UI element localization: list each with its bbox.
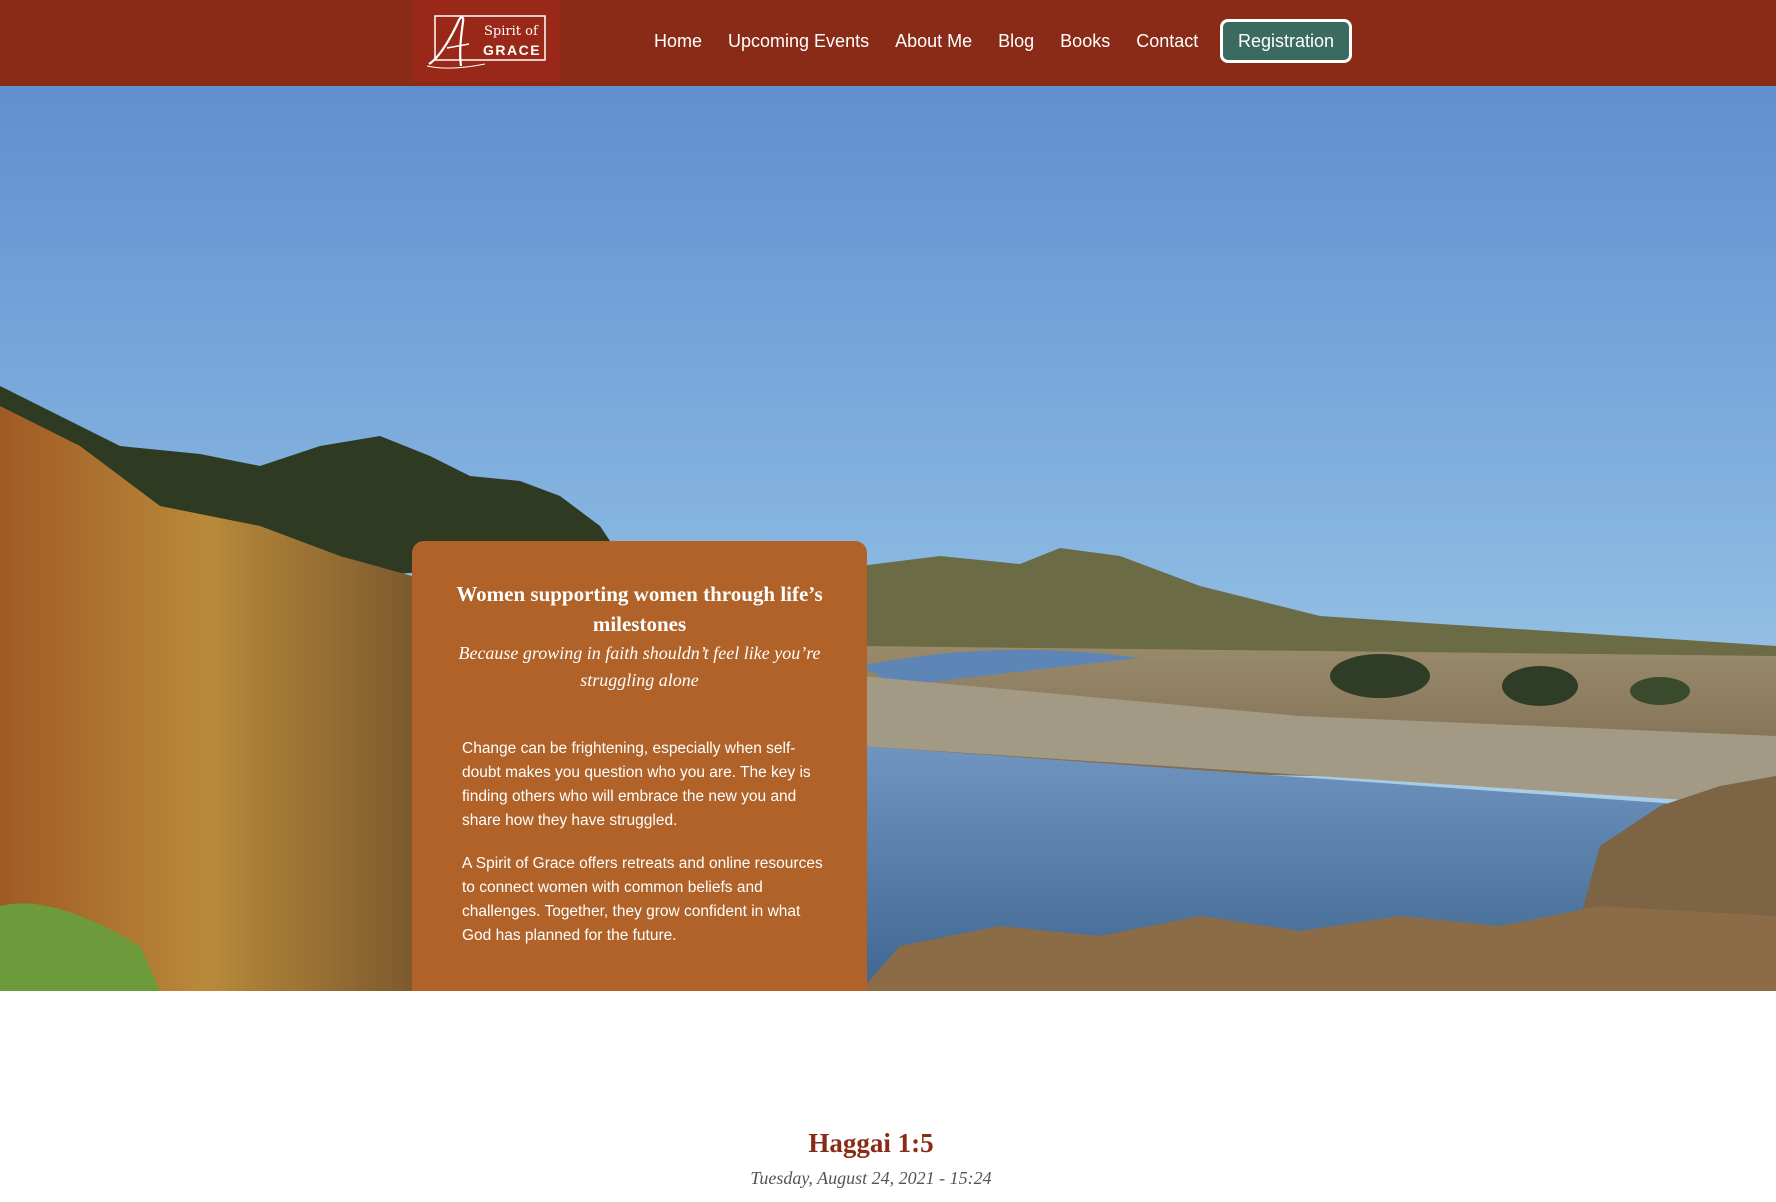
hero-card-paragraph: A Spirit of Grace offers retreats and on… xyxy=(462,855,823,944)
hero-landscape-image xyxy=(0,86,1776,991)
nav-item-about-me[interactable]: About Me xyxy=(895,28,972,54)
logo-text-spirit: Spirit of xyxy=(484,24,538,39)
nav-item-contact[interactable]: Contact xyxy=(1136,28,1198,54)
nav-item-home[interactable]: Home xyxy=(654,28,702,54)
blog-post-title[interactable]: Haggai 1:5 xyxy=(0,1128,1742,1159)
blog-post-date: Tuesday, August 24, 2021 - 15:24 xyxy=(750,1168,992,1188)
hero-card-title: Women supporting women through life’s mi… xyxy=(456,582,823,636)
registration-button[interactable]: Registration xyxy=(1220,19,1352,63)
main-nav: Home Upcoming Events About Me Blog Books… xyxy=(654,26,1224,56)
hero-card-paragraph: Change can be frightening, especially wh… xyxy=(462,740,811,829)
nav-item-upcoming-events[interactable]: Upcoming Events xyxy=(728,28,869,54)
site-header: Spirit of GRACE Home Upcoming Events Abo… xyxy=(0,0,1776,86)
nav-item-blog[interactable]: Blog xyxy=(998,28,1034,54)
logo-text-grace: GRACE xyxy=(483,42,542,58)
site-logo[interactable]: Spirit of GRACE xyxy=(413,0,561,82)
nav-item-books[interactable]: Books xyxy=(1060,28,1110,54)
hero-card-subtitle: Because growing in faith shouldn’t feel … xyxy=(458,643,821,690)
hero-intro-card: Women supporting women through life’s mi… xyxy=(412,541,867,991)
hero-banner: Women supporting women through life’s mi… xyxy=(0,86,1776,991)
